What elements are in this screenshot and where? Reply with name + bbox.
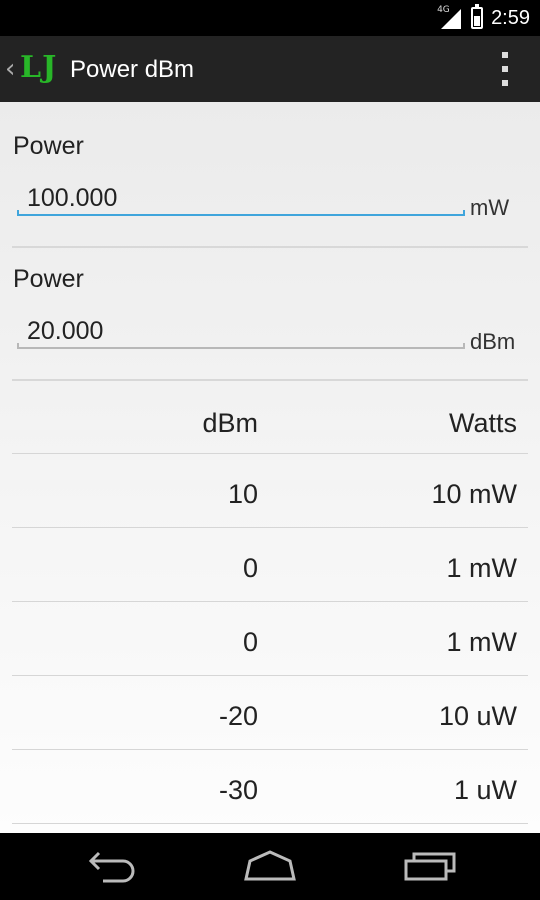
mw-power-value[interactable]: 100.000 bbox=[27, 184, 117, 213]
nav-home-icon[interactable] bbox=[240, 849, 300, 883]
mw-power-field[interactable]: 100.000 bbox=[17, 180, 465, 216]
cell-dbm: 0 bbox=[242, 627, 258, 657]
cell-watts: 10 uW bbox=[438, 701, 517, 731]
cell-watts: 10 mW bbox=[431, 479, 517, 509]
table-row: -20 10 uW bbox=[0, 676, 540, 750]
table-row: -30 1 uW bbox=[0, 750, 540, 824]
cell-watts: 1 uW bbox=[453, 775, 517, 805]
signal-icon: 4G bbox=[437, 5, 463, 29]
back-chevron-icon[interactable]: ‹ bbox=[5, 54, 15, 84]
nav-recents-icon[interactable] bbox=[398, 849, 458, 883]
mw-unit-label: mW bbox=[470, 195, 510, 220]
navigation-bar bbox=[0, 833, 540, 900]
status-icons: 4G 2:59 bbox=[437, 0, 530, 36]
header-watts: Watts bbox=[448, 408, 517, 438]
cell-dbm: -30 bbox=[218, 775, 258, 805]
cell-watts: 1 mW bbox=[446, 627, 518, 657]
cell-dbm: 10 bbox=[227, 479, 258, 509]
page-title: Power dBm bbox=[70, 56, 195, 83]
app-logo[interactable]: LJ bbox=[20, 50, 57, 85]
battery-icon bbox=[471, 4, 484, 29]
main-content: Power 100.000 mW Power 20.000 dBm dBm Wa… bbox=[0, 102, 540, 833]
status-time: 2:59 bbox=[491, 6, 530, 29]
cell-dbm: 0 bbox=[242, 553, 258, 583]
header-dbm: dBm bbox=[202, 408, 258, 438]
dbm-unit-label: dBm bbox=[470, 329, 516, 354]
dbm-power-field[interactable]: 20.000 bbox=[17, 313, 465, 349]
section-divider bbox=[12, 379, 528, 381]
table-row: 0 1 mW bbox=[0, 528, 540, 602]
nav-back-icon[interactable] bbox=[83, 849, 143, 883]
dbm-field-underline bbox=[17, 343, 465, 349]
dbm-power-value[interactable]: 20.000 bbox=[27, 317, 103, 346]
status-bar: 4G 2:59 bbox=[0, 0, 540, 36]
mw-field-underline bbox=[17, 210, 465, 216]
cell-watts: 1 mW bbox=[446, 553, 518, 583]
table-row: 10 10 mW bbox=[0, 454, 540, 528]
overflow-menu-icon[interactable] bbox=[500, 52, 510, 86]
dbm-power-label: Power bbox=[13, 265, 84, 293]
table-row: 0 1 mW bbox=[0, 602, 540, 676]
cell-dbm: -20 bbox=[218, 701, 258, 731]
action-bar: ‹ LJ Power dBm bbox=[0, 36, 540, 102]
section-divider bbox=[12, 246, 528, 248]
table-header: dBm Watts bbox=[0, 404, 540, 454]
mw-power-label: Power bbox=[13, 132, 84, 160]
